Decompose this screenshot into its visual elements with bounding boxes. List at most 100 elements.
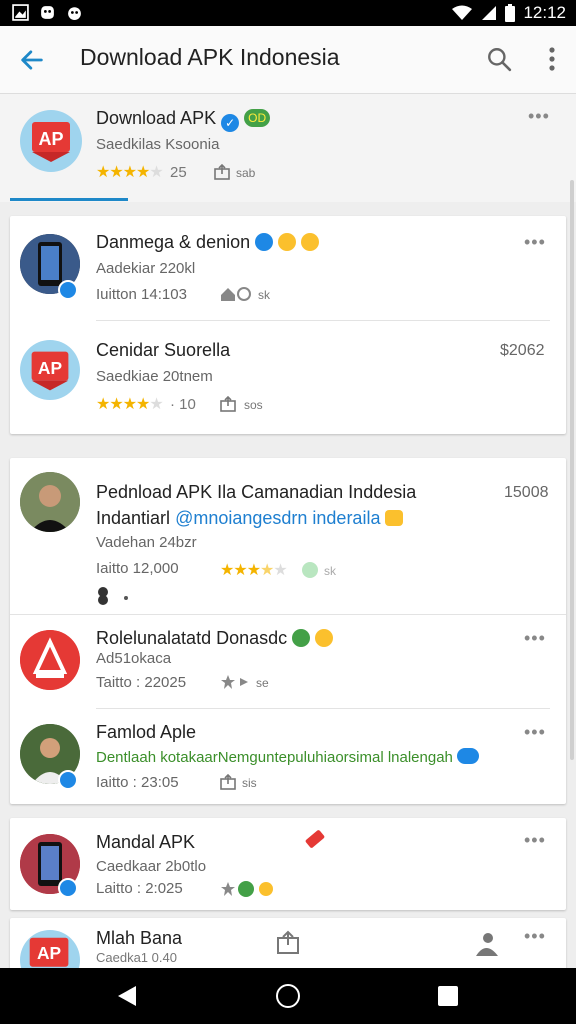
app-meta: Iaitto 12,000	[96, 560, 179, 577]
app-name: Cenidar Suorella	[96, 340, 231, 360]
divider	[96, 708, 550, 709]
star-stat-icon	[221, 675, 248, 689]
more-options-icon[interactable]: •••	[524, 232, 546, 253]
clock: 12:12	[523, 3, 566, 22]
stat: sos	[244, 398, 263, 412]
emoji-icon	[457, 748, 480, 764]
app-name: Mlah Bana	[96, 928, 183, 948]
app-list-card: Danmega & denion Aadekiar 220kl Iuitton …	[10, 216, 566, 434]
emoji-icon	[278, 233, 297, 251]
svg-text:AP: AP	[38, 358, 63, 378]
stats-icon	[221, 881, 273, 897]
apk-logo-icon: AP	[32, 122, 70, 162]
list-item[interactable]: Rolelunalatatd Donasdc Ad51okaca Taitto …	[10, 616, 566, 708]
stat: sis	[242, 776, 257, 790]
app-subtitle: Saedkiae 20tnem	[96, 368, 213, 385]
scrollbar[interactable]	[570, 180, 574, 760]
app-name: Famlod Aple	[96, 722, 197, 742]
system-nav-bar	[0, 968, 576, 1024]
verified-icon	[58, 280, 78, 300]
app-notification-icon	[41, 6, 54, 19]
share-icon[interactable]	[220, 396, 236, 412]
apk-logo-icon: AP	[31, 351, 69, 391]
rating-count: · 10	[170, 396, 196, 413]
app-name: Danmega & denion	[96, 232, 320, 253]
app-meta: Iaitto : 23:05	[96, 774, 179, 791]
app-name: Download APK ✓ OD	[96, 108, 271, 132]
nav-back-icon[interactable]	[116, 985, 138, 1007]
share-icon[interactable]	[214, 164, 230, 180]
app-logo: AP	[20, 930, 80, 970]
rating-count: 25	[170, 164, 187, 181]
stat: sk	[324, 564, 336, 578]
tag-icon	[304, 829, 326, 849]
badge: OD	[244, 109, 271, 127]
install-stats-icon	[221, 287, 251, 301]
star-rating: ★★★★★	[96, 164, 164, 181]
more-vert-icon[interactable]	[548, 46, 556, 72]
more-options-icon[interactable]: •••	[524, 926, 546, 947]
app-subtitle: Aadekiar 220kl	[96, 260, 196, 277]
app-list-card[interactable]: AP Mlah Bana Caedka1 0.40 •••	[10, 918, 566, 970]
app-meta: Laitto : 2:025	[96, 880, 183, 897]
divider	[10, 614, 566, 615]
emoji-icon	[315, 629, 334, 647]
app-meta: Iuitton 14:103	[96, 286, 187, 303]
featured-app-header[interactable]: AP Download APK ✓ OD Saedkilas Ksoonia ★…	[0, 94, 576, 202]
app-logo	[20, 630, 80, 690]
more-options-icon[interactable]: •••	[524, 722, 546, 743]
page-title: Download APK Indonesia	[80, 44, 340, 70]
app-subtitle: Vadehan 24bzr	[96, 534, 197, 551]
share-icon[interactable]	[220, 774, 236, 790]
status-icon	[302, 562, 318, 578]
app-logo: AP	[20, 340, 80, 400]
more-options-icon[interactable]: •••	[524, 830, 546, 851]
app-description: Dentlaah kotakaarNemguntepuluhiaorsimal …	[96, 748, 480, 766]
app-subtitle: Caedkaar 2b0tlo	[96, 858, 207, 875]
share-icon[interactable]	[276, 930, 300, 954]
app-name: Pednload APK Ila Camanadian Inddesia	[96, 482, 417, 502]
app-list-card[interactable]: Mandal APK Caedkaar 2b0tlo Laitto : 2:02…	[10, 818, 566, 910]
app-name: Rolelunalatatd Donasdc	[96, 628, 334, 649]
verified-icon	[58, 770, 78, 790]
list-item[interactable]: Pednload APK Ila Camanadian Inddesia 150…	[10, 458, 566, 614]
stat: sk	[258, 288, 270, 302]
apk-logo-icon: AP	[29, 937, 69, 967]
person-photo-icon	[20, 472, 80, 532]
nav-home-icon[interactable]	[276, 984, 300, 1008]
verified-icon	[58, 878, 78, 898]
app-subtitle: Ad51okaca	[96, 650, 172, 667]
tab-indicator	[10, 198, 128, 201]
more-options-icon[interactable]: •••	[524, 628, 546, 649]
search-icon[interactable]	[486, 46, 512, 72]
verified-icon	[292, 629, 311, 647]
user-group-icon	[476, 933, 498, 956]
game-notification-icon	[68, 7, 81, 20]
stat: se	[256, 676, 269, 690]
verified-icon	[255, 233, 274, 251]
app-subtitle: Caedka1 0.40	[96, 950, 177, 965]
app-bar: Download APK Indonesia	[0, 26, 576, 94]
link-icon	[98, 587, 128, 605]
list-item[interactable]: AP Cenidar Suorella $2062 Saedkiae 20tne…	[10, 322, 566, 434]
verified-icon: ✓	[221, 114, 240, 132]
battery-icon	[505, 4, 516, 22]
signal-icon	[482, 6, 497, 20]
emoji-icon	[301, 233, 320, 251]
app-meta: Taitto : 22025	[96, 674, 187, 691]
star-rating: ★★★★★	[220, 562, 288, 579]
nav-recents-icon[interactable]	[438, 986, 458, 1006]
list-item[interactable]: Danmega & denion Aadekiar 220kl Iuitton …	[10, 216, 566, 320]
price: 15008	[504, 484, 549, 501]
app-description: Indantiarl @mnoiangesdrn inderaila	[96, 508, 404, 529]
back-arrow-icon[interactable]	[18, 46, 46, 74]
app-list-card: Pednload APK Ila Camanadian Inddesia 150…	[10, 458, 566, 804]
star-rating: ★★★★★	[96, 396, 164, 413]
more-options-icon[interactable]: •••	[528, 106, 550, 127]
emoji-icon	[385, 510, 404, 526]
user-avatar	[20, 472, 80, 532]
list-item[interactable]: Famlod Aple Dentlaah kotakaarNemguntepul…	[10, 710, 566, 804]
status-bar: 12:12	[0, 0, 576, 26]
gallery-icon	[12, 4, 29, 21]
svg-text:AP: AP	[37, 943, 62, 963]
